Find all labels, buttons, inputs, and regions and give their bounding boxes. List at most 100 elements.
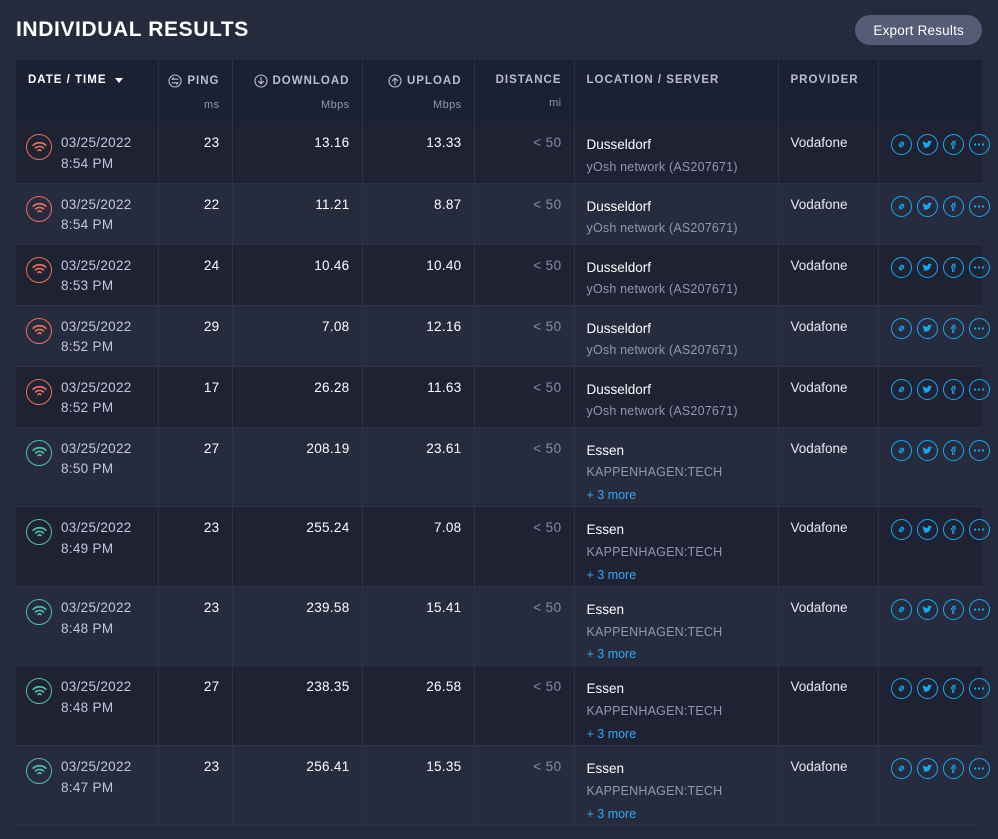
column-unit-upload: Mbps bbox=[375, 99, 462, 111]
facebook-icon[interactable] bbox=[943, 196, 964, 217]
cell-upload: 26.58 bbox=[362, 666, 474, 746]
table-row[interactable]: 03/25/20228:53 PM2410.4610.40< 50Dusseld… bbox=[16, 244, 982, 305]
location-city: Essen bbox=[587, 761, 625, 776]
show-more-servers-link[interactable]: + 3 more bbox=[587, 565, 637, 585]
show-more-servers-link[interactable]: + 3 more bbox=[587, 804, 637, 824]
result-time: 8:48 PM bbox=[61, 621, 113, 636]
cell-location-server: DusseldorfyOsh network (AS207671) bbox=[574, 305, 778, 366]
cell-actions bbox=[878, 427, 982, 507]
twitter-icon[interactable] bbox=[917, 678, 938, 699]
facebook-icon[interactable] bbox=[943, 678, 964, 699]
copy-link-icon[interactable] bbox=[891, 318, 912, 339]
location-city: Essen bbox=[587, 681, 625, 696]
wifi-icon bbox=[26, 599, 52, 625]
table-row[interactable]: 03/25/20228:48 PM23239.5815.41< 50EssenK… bbox=[16, 586, 982, 666]
column-header-actions bbox=[878, 60, 982, 122]
cell-distance: < 50 bbox=[474, 244, 574, 305]
twitter-icon[interactable] bbox=[917, 196, 938, 217]
copy-link-icon[interactable] bbox=[891, 134, 912, 155]
cell-ping: 27 bbox=[158, 666, 232, 746]
twitter-icon[interactable] bbox=[917, 134, 938, 155]
facebook-icon[interactable] bbox=[943, 134, 964, 155]
copy-link-icon[interactable] bbox=[891, 758, 912, 779]
facebook-icon[interactable] bbox=[943, 257, 964, 278]
more-icon[interactable] bbox=[969, 257, 990, 278]
column-header-location-server[interactable]: LOCATION / SERVER bbox=[574, 60, 778, 122]
more-icon[interactable] bbox=[969, 678, 990, 699]
action-button-group bbox=[891, 678, 971, 699]
show-more-servers-link[interactable]: + 3 more bbox=[587, 724, 637, 744]
table-row[interactable]: 03/25/20228:54 PM2211.218.87< 50Dusseldo… bbox=[16, 183, 982, 244]
result-time: 8:48 PM bbox=[61, 700, 113, 715]
cell-provider: Vodafone bbox=[778, 244, 878, 305]
twitter-icon[interactable] bbox=[917, 379, 938, 400]
facebook-icon[interactable] bbox=[943, 519, 964, 540]
more-icon[interactable] bbox=[969, 440, 990, 461]
copy-link-icon[interactable] bbox=[891, 519, 912, 540]
table-head: DATE / TIME PING bbox=[16, 60, 982, 122]
cell-upload: 7.08 bbox=[362, 507, 474, 587]
table-row[interactable]: 03/25/20228:50 PM27208.1923.61< 50EssenK… bbox=[16, 427, 982, 507]
cell-location-server: DusseldorfyOsh network (AS207671) bbox=[574, 244, 778, 305]
show-more-servers-link[interactable]: + 3 more bbox=[587, 485, 637, 505]
more-icon[interactable] bbox=[969, 519, 990, 540]
table-row[interactable]: 03/25/20228:52 PM297.0812.16< 50Dusseldo… bbox=[16, 305, 982, 366]
twitter-icon[interactable] bbox=[917, 318, 938, 339]
page-header: INDIVIDUAL RESULTS Export Results bbox=[16, 0, 982, 60]
column-header-provider[interactable]: PROVIDER bbox=[778, 60, 878, 122]
result-date: 03/25/2022 bbox=[61, 520, 132, 535]
result-date: 03/25/2022 bbox=[61, 197, 132, 212]
cell-actions bbox=[878, 366, 982, 427]
show-more-servers-link[interactable]: + 3 more bbox=[587, 644, 637, 664]
twitter-icon[interactable] bbox=[917, 440, 938, 461]
column-header-upload[interactable]: UPLOAD Mbps bbox=[362, 60, 474, 122]
facebook-icon[interactable] bbox=[943, 599, 964, 620]
twitter-icon[interactable] bbox=[917, 257, 938, 278]
more-icon[interactable] bbox=[969, 599, 990, 620]
cell-download: 11.21 bbox=[232, 183, 362, 244]
table-row[interactable]: 03/25/20228:48 PM27238.3526.58< 50EssenK… bbox=[16, 666, 982, 746]
action-button-group bbox=[891, 318, 971, 339]
column-header-ping[interactable]: PING ms bbox=[158, 60, 232, 122]
table-row[interactable]: 03/25/20228:47 PM23256.4115.35< 50EssenK… bbox=[16, 745, 982, 825]
more-icon[interactable] bbox=[969, 134, 990, 155]
copy-link-icon[interactable] bbox=[891, 196, 912, 217]
column-unit-download: Mbps bbox=[245, 99, 350, 111]
facebook-icon[interactable] bbox=[943, 318, 964, 339]
facebook-icon[interactable] bbox=[943, 440, 964, 461]
facebook-icon[interactable] bbox=[943, 379, 964, 400]
copy-link-icon[interactable] bbox=[891, 599, 912, 620]
action-button-group bbox=[891, 134, 971, 155]
more-icon[interactable] bbox=[969, 379, 990, 400]
copy-link-icon[interactable] bbox=[891, 257, 912, 278]
location-city: Dusseldorf bbox=[587, 199, 652, 214]
table-row[interactable]: 03/25/20228:49 PM23255.247.08< 50EssenKA… bbox=[16, 507, 982, 587]
location-city: Dusseldorf bbox=[587, 260, 652, 275]
cell-download: 208.19 bbox=[232, 427, 362, 507]
wifi-icon bbox=[26, 257, 52, 283]
action-button-group bbox=[891, 379, 971, 400]
more-icon[interactable] bbox=[969, 196, 990, 217]
location-server: KAPPENHAGEN:TECH bbox=[587, 704, 723, 718]
copy-link-icon[interactable] bbox=[891, 440, 912, 461]
table-row[interactable]: 03/25/20228:54 PM2313.1613.33< 50Dusseld… bbox=[16, 122, 982, 183]
table-row[interactable]: 03/25/20228:52 PM1726.2811.63< 50Dusseld… bbox=[16, 366, 982, 427]
more-icon[interactable] bbox=[969, 318, 990, 339]
twitter-icon[interactable] bbox=[917, 519, 938, 540]
column-header-distance[interactable]: DISTANCE mi bbox=[474, 60, 574, 122]
more-icon[interactable] bbox=[969, 758, 990, 779]
cell-ping: 24 bbox=[158, 244, 232, 305]
sort-descending-icon bbox=[115, 78, 123, 83]
column-header-date-time[interactable]: DATE / TIME bbox=[16, 60, 158, 122]
facebook-icon[interactable] bbox=[943, 758, 964, 779]
column-header-download[interactable]: DOWNLOAD Mbps bbox=[232, 60, 362, 122]
twitter-icon[interactable] bbox=[917, 599, 938, 620]
copy-link-icon[interactable] bbox=[891, 379, 912, 400]
twitter-icon[interactable] bbox=[917, 758, 938, 779]
location-city: Essen bbox=[587, 443, 625, 458]
wifi-icon bbox=[26, 758, 52, 784]
export-results-button[interactable]: Export Results bbox=[855, 15, 982, 45]
cell-ping: 22 bbox=[158, 183, 232, 244]
location-city: Essen bbox=[587, 602, 625, 617]
copy-link-icon[interactable] bbox=[891, 678, 912, 699]
